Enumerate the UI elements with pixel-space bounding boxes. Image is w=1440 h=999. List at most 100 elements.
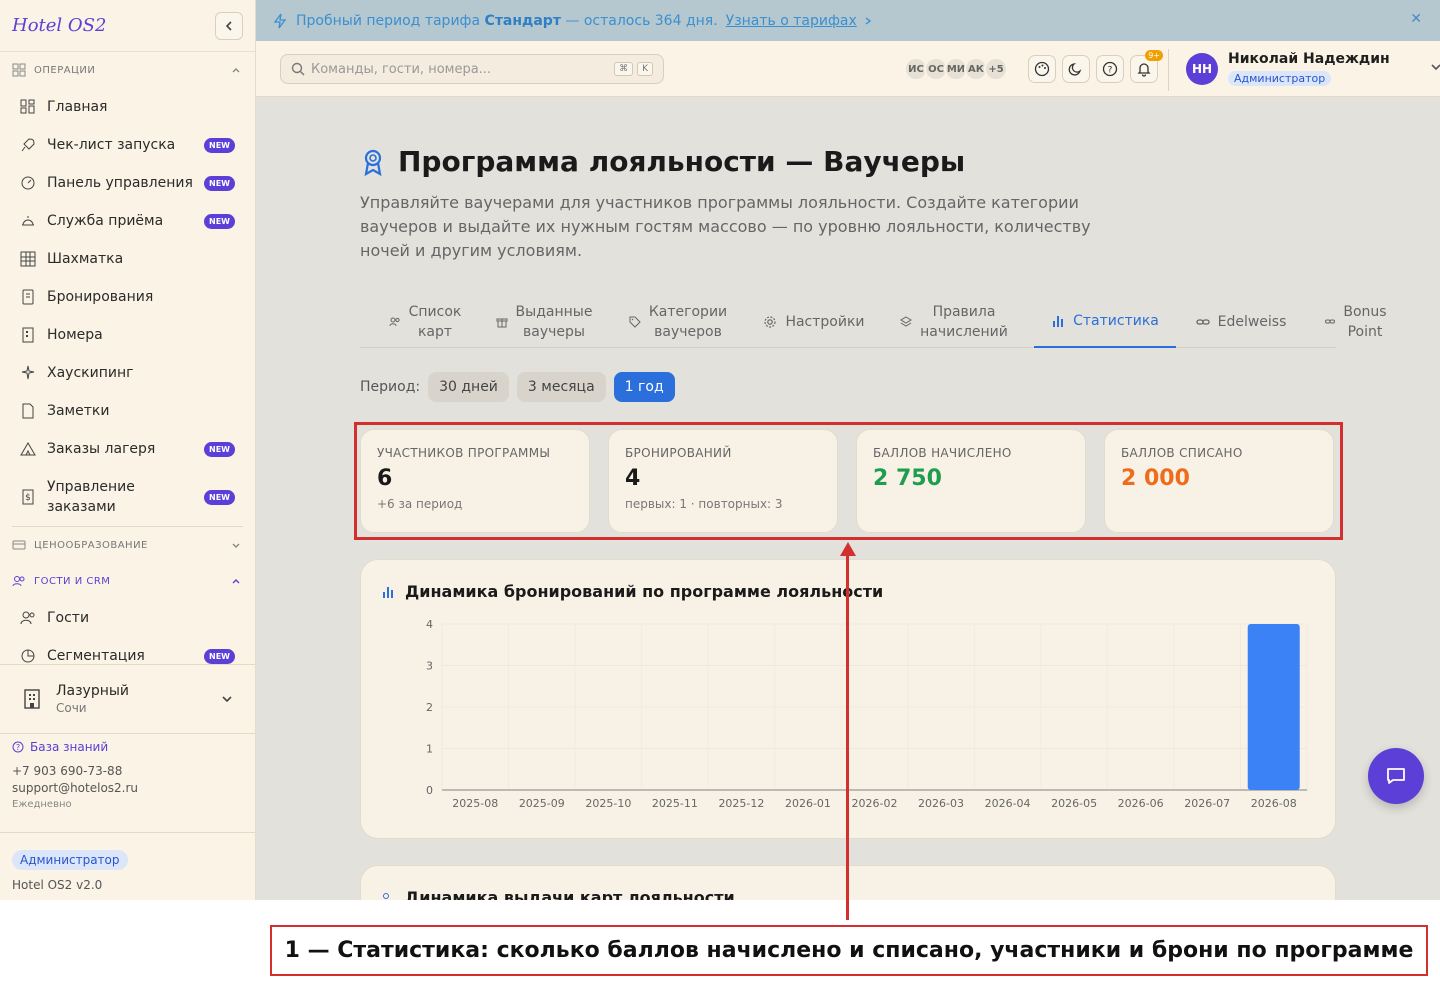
role-badge: Администратор [12,850,128,870]
tab-label: ваучеры [523,323,585,340]
tab-statistics[interactable]: Статистика [1034,295,1176,348]
sidebar-item-label: Сегментация [47,648,145,664]
sidebar-item-crm-1[interactable]: Сегментация NEW [0,637,255,664]
sidebar-item-op-5[interactable]: Бронирования [0,278,255,316]
knowledge-base-link[interactable]: ? База знаний [12,740,243,754]
user-name: Николай Надеждин [1228,51,1390,67]
moon-icon [1068,63,1082,76]
hotel-switcher[interactable]: Лазурный Сочи [0,664,255,734]
user-menu[interactable]: НН Николай Надеждин Администратор [1186,51,1440,86]
tab-label: Список [408,303,462,320]
users-icon [20,610,36,626]
online-users[interactable]: ИС ОС МИ АК +5 [904,57,1008,81]
tag-icon [629,316,641,328]
palette-icon [1034,61,1050,77]
x-tick-label: 2026-02 [852,797,898,810]
banner-prefix: Пробный период тарифа [296,12,481,29]
x-tick-label: 2025-09 [519,797,565,810]
tab-accrual-rules[interactable]: Правила начислений [892,295,1016,348]
section-pricing[interactable]: Ценообразование [0,527,255,563]
dollar-file-icon: $ [20,489,36,505]
period-selector: Период: 30 дней 3 месяца 1 год [360,372,675,402]
section-label: Операции [34,64,96,76]
sidebar-item-label: Шахматка [47,251,124,267]
theme-palette-button[interactable] [1028,55,1056,83]
chevron-down-icon [1431,64,1440,71]
sidebar-item-op-0[interactable]: Главная [0,88,255,126]
tent-icon [20,441,36,457]
app-version: Hotel OS2 v2.0 [12,878,103,892]
sidebar-item-crm-0[interactable]: Гости [0,599,255,637]
avatar-more[interactable]: +5 [984,57,1008,81]
sidebar-nav: Операции Главная Чек-лист запуска NEW Панел… [0,52,255,664]
users-icon [12,576,25,587]
sidebar-item-op-10[interactable]: $ Управление заказами NEW [0,468,255,526]
chevron-down-icon [232,543,240,548]
close-banner-button[interactable]: ✕ [1410,11,1422,27]
section-operations[interactable]: Операции [0,52,255,88]
sidebar-item-op-3[interactable]: Служба приёма NEW [0,202,255,240]
x-tick-label: 2026-08 [1251,797,1297,810]
banner-suffix: — осталось 364 дня. [565,12,718,29]
dark-mode-button[interactable] [1062,55,1090,83]
svg-text:?: ? [16,743,20,752]
hotel-city: Сочи [56,701,87,715]
tab-voucher-categories[interactable]: Категории ваучеров [618,295,738,348]
new-badge: NEW [204,489,235,505]
notifications-button[interactable]: 9+ [1130,50,1163,83]
logo[interactable]: Hotel OS2 [12,15,106,36]
period-3-months-button[interactable]: 3 месяца [516,372,606,402]
chart-title: Динамика бронирований по программе лояль… [381,582,883,601]
sidebar-item-op-2[interactable]: Панель управления NEW [0,164,255,202]
support-email[interactable]: support@hotelos2.ru [12,781,243,795]
search-box[interactable]: Команды, гости, номера... ⌘ K [280,54,664,84]
tab-cards-list[interactable]: Список карт [360,295,490,348]
y-tick-label: 2 [426,701,433,714]
x-tick-label: 2025-08 [452,797,498,810]
chat-icon [1387,768,1405,784]
lightning-icon [273,13,287,28]
sidebar-item-op-9[interactable]: Заказы лагеря NEW [0,430,255,468]
tab-issued-vouchers[interactable]: Выданные ваучеры [484,295,604,348]
sidebar-item-op-7[interactable]: Хаускипинг [0,354,255,392]
tab-label: Bonus [1343,303,1387,320]
tab-edelweiss[interactable]: Edelweiss [1186,295,1296,348]
pricing-link[interactable]: Узнать о тарифах [726,13,857,29]
chevron-up-icon [232,68,240,73]
search-input[interactable]: Команды, гости, номера... [311,62,491,77]
gear-icon [764,315,777,328]
bookings-chart: 0 1 2 3 4 2025-08 2025-09 2025-10 2025-11 2025-12… [426,618,1308,810]
period-30-days-button[interactable]: 30 дней [428,372,509,402]
tab-label: начислений [920,323,1008,340]
link-icon [1195,318,1210,325]
hotel-name: Лазурный [56,683,130,699]
annotation-arrow [846,548,849,920]
tab-bonus-point[interactable]: Bonus Point [1316,295,1396,348]
sidebar-item-op-8[interactable]: Заметки [0,392,255,430]
users-icon [389,317,400,326]
sidebar-item-label: Главная [47,99,108,115]
sidebar: Hotel OS2 Операции Главная Чек-лист запус… [0,0,256,900]
sidebar-footer: Администратор Hotel OS2 v2.0 [0,832,255,900]
sidebar-item-label: Чек-лист запуска [47,137,176,153]
tab-settings[interactable]: Настройки [758,295,870,348]
sidebar-item-label: Номера [47,327,103,343]
rocket-icon [20,137,36,153]
support-phone[interactable]: +7 903 690-73-88 [12,764,243,778]
building-icon [24,689,40,709]
divider [1168,49,1169,91]
svg-text:$: $ [25,493,31,503]
chat-button[interactable] [1368,748,1424,804]
sidebar-item-op-4[interactable]: Шахматка [0,240,255,278]
section-guests-crm[interactable]: Гости и CRM [0,563,255,599]
highlight-box [354,422,1343,540]
grid-icon [20,251,36,267]
sidebar-item-label: Служба приёма [47,213,164,229]
sidebar-item-op-1[interactable]: Чек-лист запуска NEW [0,126,255,164]
collapse-sidebar-button[interactable] [215,11,243,40]
help-button[interactable]: ? [1096,55,1124,83]
sidebar-item-op-6[interactable]: Номера [0,316,255,354]
page-title-text: Программа лояльности — Ваучеры [398,145,966,178]
page-description: Управляйте ваучерами для участников прог… [360,193,1091,260]
period-1-year-button[interactable]: 1 год [613,372,675,402]
